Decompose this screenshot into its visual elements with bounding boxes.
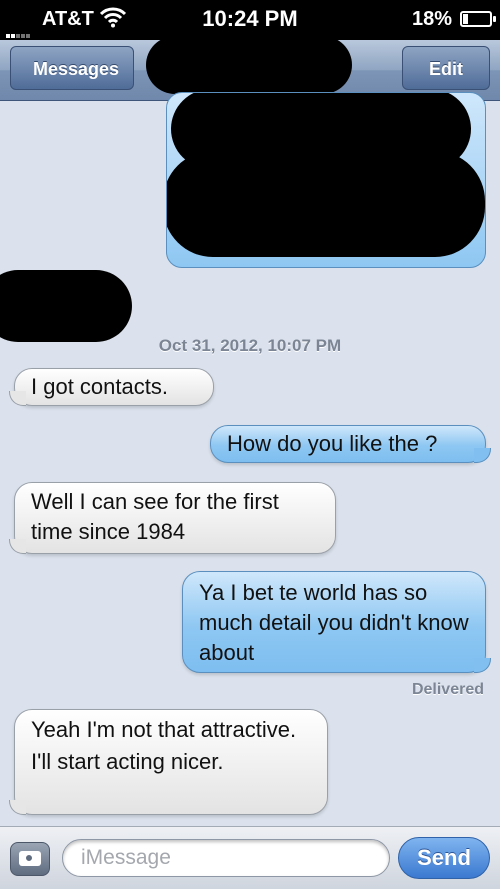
delivered-status: Delivered (411, 681, 484, 698)
redacted-contact-name (146, 36, 352, 94)
outgoing-message-bubble[interactable]: Ya I bet te world has so much detail you… (182, 571, 491, 673)
status-bar: AT&T 10:24 PM 18% (0, 0, 500, 40)
back-button[interactable]: Messages (10, 46, 135, 90)
send-button[interactable]: Send (398, 837, 490, 879)
conversation-timestamp: Oct 31, 2012, 10:07 PM (158, 336, 342, 355)
outgoing-message-bubble[interactable]: How do you like the ? (210, 425, 491, 463)
incoming-message-bubble[interactable]: Well I can see for the first time since … (9, 482, 336, 554)
camera-lens-icon (24, 853, 34, 863)
redacted-image-part (167, 151, 485, 257)
battery-icon (460, 11, 496, 27)
image-message[interactable] (166, 92, 486, 268)
camera-button[interactable] (10, 842, 50, 876)
incoming-message-bubble[interactable]: I got contacts. (9, 368, 214, 406)
message-input[interactable] (62, 839, 390, 877)
battery-percent: 18% (411, 8, 452, 30)
back-button-label: Messages (33, 59, 120, 79)
redacted-message (0, 270, 132, 342)
message-composer: Send (0, 826, 500, 889)
incoming-message-bubble[interactable]: Yeah I'm not that attractive. I'll start… (9, 709, 328, 815)
edit-button[interactable]: Edit (402, 46, 490, 90)
